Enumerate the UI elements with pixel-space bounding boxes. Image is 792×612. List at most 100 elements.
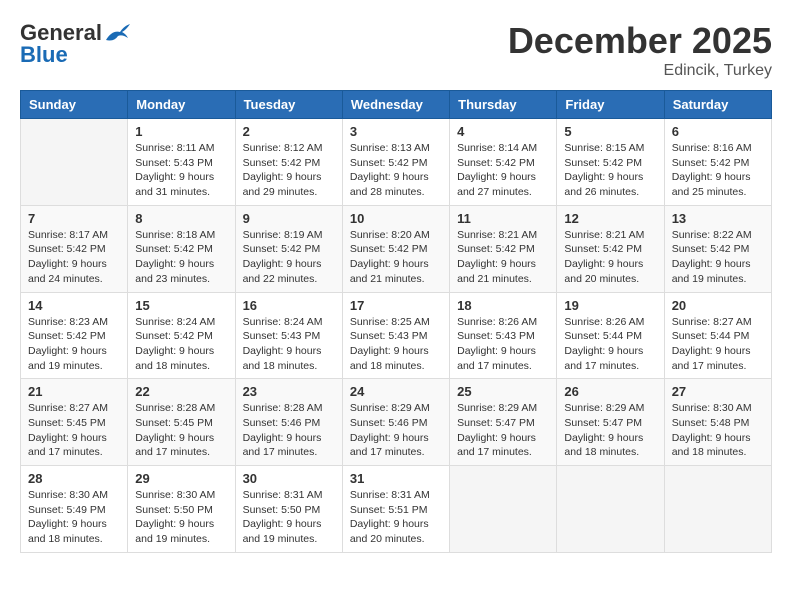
day-number: 15 [135, 298, 227, 313]
calendar-cell: 18 Sunrise: 8:26 AMSunset: 5:43 PMDayligh… [450, 292, 557, 379]
calendar-body: 1Sunrise: 8:11 AMSunset: 5:43 PMDaylight… [21, 119, 772, 553]
calendar-cell: 10 Sunrise: 8:20 AMSunset: 5:42 PMDayligh… [342, 205, 449, 292]
day-number: 20 [672, 298, 764, 313]
calendar-cell: 3 Sunrise: 8:13 AMSunset: 5:42 PMDaylight… [342, 119, 449, 206]
day-info: Sunrise: 8:27 AMSunset: 5:45 PMDaylight:… [28, 401, 120, 460]
title-block: December 2025 Edincik, Turkey [508, 20, 772, 80]
day-number: 14 [28, 298, 120, 313]
calendar-cell: 2Sunrise: 8:12 AMSunset: 5:42 PMDaylight… [235, 119, 342, 206]
day-info: Sunrise: 8:18 AMSunset: 5:42 PMDaylight:… [135, 228, 227, 287]
column-header-monday: Monday [128, 91, 235, 119]
day-number: 3 [350, 124, 442, 139]
calendar-cell: 8 Sunrise: 8:18 AMSunset: 5:42 PMDaylight… [128, 205, 235, 292]
calendar-cell: 24 Sunrise: 8:29 AMSunset: 5:46 PMDayligh… [342, 379, 449, 466]
calendar-header: SundayMondayTuesdayWednesdayThursdayFrid… [21, 91, 772, 119]
day-number: 23 [243, 384, 335, 399]
day-info: Sunrise: 8:21 AMSunset: 5:42 PMDaylight:… [564, 228, 656, 287]
day-info: Sunrise: 8:29 AMSunset: 5:47 PMDaylight:… [457, 401, 549, 460]
day-info: Sunrise: 8:25 AMSunset: 5:43 PMDaylight:… [350, 315, 442, 374]
calendar-cell: 5Sunrise: 8:15 AMSunset: 5:42 PMDaylight… [557, 119, 664, 206]
calendar-cell: 27 Sunrise: 8:30 AMSunset: 5:48 PMDayligh… [664, 379, 771, 466]
calendar-cell: 15 Sunrise: 8:24 AMSunset: 5:42 PMDayligh… [128, 292, 235, 379]
page-header: General Blue December 2025 Edincik, Turk… [20, 20, 772, 80]
calendar-cell [450, 466, 557, 553]
day-number: 22 [135, 384, 227, 399]
day-number: 7 [28, 211, 120, 226]
logo-blue-text: Blue [20, 42, 68, 68]
calendar-cell: 19Sunrise: 8:26 AMSunset: 5:44 PMDayligh… [557, 292, 664, 379]
calendar-cell: 16 Sunrise: 8:24 AMSunset: 5:43 PMDayligh… [235, 292, 342, 379]
calendar-cell: 20 Sunrise: 8:27 AMSunset: 5:44 PMDayligh… [664, 292, 771, 379]
day-info: Sunrise: 8:31 AMSunset: 5:50 PMDaylight:… [243, 488, 335, 547]
day-info: Sunrise: 8:23 AMSunset: 5:42 PMDaylight:… [28, 315, 120, 374]
day-info: Sunrise: 8:24 AMSunset: 5:42 PMDaylight:… [135, 315, 227, 374]
week-row-5: 28Sunrise: 8:30 AMSunset: 5:49 PMDayligh… [21, 466, 772, 553]
day-info: Sunrise: 8:28 AMSunset: 5:46 PMDaylight:… [243, 401, 335, 460]
day-number: 4 [457, 124, 549, 139]
column-header-thursday: Thursday [450, 91, 557, 119]
calendar-cell: 31Sunrise: 8:31 AMSunset: 5:51 PMDayligh… [342, 466, 449, 553]
calendar-table: SundayMondayTuesdayWednesdayThursdayFrid… [20, 90, 772, 553]
day-number: 18 [457, 298, 549, 313]
calendar-cell: 11 Sunrise: 8:21 AMSunset: 5:42 PMDayligh… [450, 205, 557, 292]
header-row: SundayMondayTuesdayWednesdayThursdayFrid… [21, 91, 772, 119]
day-info: Sunrise: 8:13 AMSunset: 5:42 PMDaylight:… [350, 141, 442, 200]
day-number: 27 [672, 384, 764, 399]
day-info: Sunrise: 8:14 AMSunset: 5:42 PMDaylight:… [457, 141, 549, 200]
logo-bird-icon [104, 22, 132, 44]
column-header-sunday: Sunday [21, 91, 128, 119]
month-title: December 2025 [508, 20, 772, 62]
calendar-cell: 28Sunrise: 8:30 AMSunset: 5:49 PMDayligh… [21, 466, 128, 553]
column-header-tuesday: Tuesday [235, 91, 342, 119]
calendar-cell [664, 466, 771, 553]
day-info: Sunrise: 8:30 AMSunset: 5:50 PMDaylight:… [135, 488, 227, 547]
calendar-cell: 17 Sunrise: 8:25 AMSunset: 5:43 PMDayligh… [342, 292, 449, 379]
day-info: Sunrise: 8:26 AMSunset: 5:43 PMDaylight:… [457, 315, 549, 374]
day-number: 11 [457, 211, 549, 226]
day-number: 25 [457, 384, 549, 399]
calendar-cell: 23 Sunrise: 8:28 AMSunset: 5:46 PMDayligh… [235, 379, 342, 466]
calendar-cell: 6Sunrise: 8:16 AMSunset: 5:42 PMDaylight… [664, 119, 771, 206]
calendar-cell: 1Sunrise: 8:11 AMSunset: 5:43 PMDaylight… [128, 119, 235, 206]
day-info: Sunrise: 8:27 AMSunset: 5:44 PMDaylight:… [672, 315, 764, 374]
day-number: 13 [672, 211, 764, 226]
calendar-cell: 9Sunrise: 8:19 AMSunset: 5:42 PMDaylight… [235, 205, 342, 292]
column-header-saturday: Saturday [664, 91, 771, 119]
day-info: Sunrise: 8:17 AMSunset: 5:42 PMDaylight:… [28, 228, 120, 287]
calendar-cell: 25 Sunrise: 8:29 AMSunset: 5:47 PMDayligh… [450, 379, 557, 466]
calendar-cell: 21Sunrise: 8:27 AMSunset: 5:45 PMDayligh… [21, 379, 128, 466]
week-row-1: 1Sunrise: 8:11 AMSunset: 5:43 PMDaylight… [21, 119, 772, 206]
day-info: Sunrise: 8:26 AMSunset: 5:44 PMDaylight:… [564, 315, 656, 374]
day-number: 17 [350, 298, 442, 313]
day-number: 5 [564, 124, 656, 139]
calendar-cell [557, 466, 664, 553]
column-header-friday: Friday [557, 91, 664, 119]
calendar-cell: 30Sunrise: 8:31 AMSunset: 5:50 PMDayligh… [235, 466, 342, 553]
day-number: 29 [135, 471, 227, 486]
calendar-cell: 13 Sunrise: 8:22 AMSunset: 5:42 PMDayligh… [664, 205, 771, 292]
day-info: Sunrise: 8:16 AMSunset: 5:42 PMDaylight:… [672, 141, 764, 200]
day-info: Sunrise: 8:20 AMSunset: 5:42 PMDaylight:… [350, 228, 442, 287]
day-info: Sunrise: 8:24 AMSunset: 5:43 PMDaylight:… [243, 315, 335, 374]
day-info: Sunrise: 8:12 AMSunset: 5:42 PMDaylight:… [243, 141, 335, 200]
day-info: Sunrise: 8:19 AMSunset: 5:42 PMDaylight:… [243, 228, 335, 287]
week-row-4: 21Sunrise: 8:27 AMSunset: 5:45 PMDayligh… [21, 379, 772, 466]
day-number: 12 [564, 211, 656, 226]
calendar-cell: 7 Sunrise: 8:17 AMSunset: 5:42 PMDaylight… [21, 205, 128, 292]
week-row-3: 14 Sunrise: 8:23 AMSunset: 5:42 PMDayligh… [21, 292, 772, 379]
calendar-cell: 12 Sunrise: 8:21 AMSunset: 5:42 PMDayligh… [557, 205, 664, 292]
calendar-cell: 14 Sunrise: 8:23 AMSunset: 5:42 PMDayligh… [21, 292, 128, 379]
logo: General Blue [20, 20, 132, 68]
calendar-cell: 26Sunrise: 8:29 AMSunset: 5:47 PMDayligh… [557, 379, 664, 466]
day-number: 24 [350, 384, 442, 399]
day-info: Sunrise: 8:30 AMSunset: 5:48 PMDaylight:… [672, 401, 764, 460]
calendar-cell: 4 Sunrise: 8:14 AMSunset: 5:42 PMDaylight… [450, 119, 557, 206]
day-number: 8 [135, 211, 227, 226]
day-number: 28 [28, 471, 120, 486]
day-info: Sunrise: 8:22 AMSunset: 5:42 PMDaylight:… [672, 228, 764, 287]
day-number: 16 [243, 298, 335, 313]
day-info: Sunrise: 8:21 AMSunset: 5:42 PMDaylight:… [457, 228, 549, 287]
day-number: 10 [350, 211, 442, 226]
column-header-wednesday: Wednesday [342, 91, 449, 119]
day-info: Sunrise: 8:29 AMSunset: 5:46 PMDaylight:… [350, 401, 442, 460]
